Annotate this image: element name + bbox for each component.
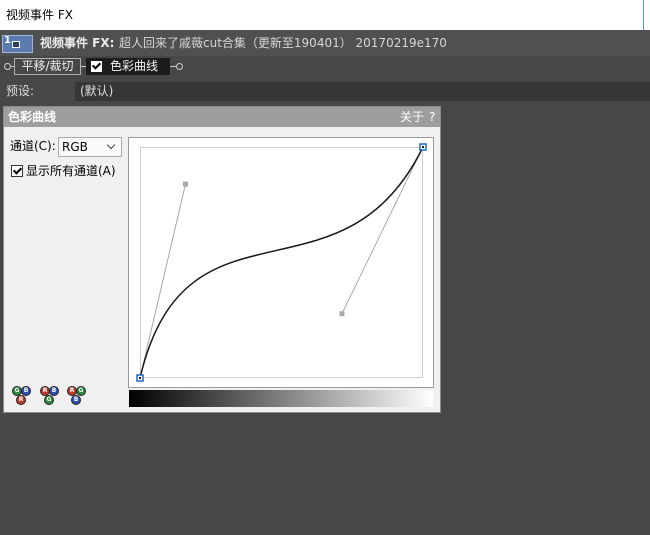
panel-titlebar: 色彩曲线 关于 ? <box>4 107 440 127</box>
event-header: 1 视频事件 FX: 超人回来了戚薇cut合集（更新至190401） 20170… <box>0 30 650 56</box>
plugin-color-curves[interactable]: 色彩曲线 <box>86 58 170 75</box>
track-number: 1 <box>4 35 11 46</box>
channel-swap-rgb-icon[interactable]: R G B <box>67 386 86 405</box>
start-handle[interactable] <box>183 181 189 187</box>
about-link[interactable]: 关于 <box>400 107 424 127</box>
preset-dropdown[interactable]: (默认) <box>75 82 650 101</box>
luminance-gradient-bar <box>129 390 433 407</box>
help-button[interactable]: ? <box>429 107 435 127</box>
window-title: 视频事件 FX <box>6 8 73 22</box>
channel-swap-gbr-icon[interactable]: G B R <box>12 386 31 405</box>
preset-label: 预设: <box>6 84 35 98</box>
curve-start-point-center <box>139 377 141 379</box>
track-badge[interactable]: 1 <box>2 35 33 53</box>
color-curves-panel: 色彩曲线 关于 ? 通道(C): RGB 显示所有通道(A) G B R R B… <box>3 106 441 413</box>
header-label: 视频事件 FX: <box>40 36 115 50</box>
panel-title: 色彩曲线 <box>8 110 57 124</box>
channel-select[interactable]: RGB <box>58 137 122 157</box>
chevron-down-icon <box>106 140 116 150</box>
curve-editor-frame <box>128 137 434 388</box>
chain-end-node-icon[interactable] <box>176 63 183 70</box>
chain-start-node-icon <box>4 63 11 70</box>
channel-dot: R <box>16 395 26 405</box>
window-titlebar: 视频事件 FX <box>0 0 650 30</box>
curve-editor[interactable] <box>128 137 434 388</box>
plugin-color-curves-label: 色彩曲线 <box>110 59 159 73</box>
show-all-channels-checkbox[interactable] <box>11 165 23 177</box>
film-icon <box>12 41 20 48</box>
end-handle[interactable] <box>339 311 345 317</box>
event-name: 超人回来了戚薇cut合集（更新至190401） 20170219e170 <box>119 36 447 50</box>
plugin-pan-crop-label: 平移/裁切 <box>21 59 74 73</box>
channel-dot: B <box>71 395 81 405</box>
channel-swap-rbg-icon[interactable]: R B G <box>40 386 59 405</box>
plugin-pan-crop[interactable]: 平移/裁切 <box>14 58 81 75</box>
window-border <box>643 0 644 30</box>
preset-value: (默认) <box>80 84 114 98</box>
channel-select-value: RGB <box>62 140 88 154</box>
channel-dot: G <box>44 395 54 405</box>
plugin-enable-checkbox[interactable] <box>91 61 102 72</box>
channel-label: 通道(C): <box>10 139 56 153</box>
curve-end-point-center <box>422 146 424 148</box>
show-all-channels-label[interactable]: 显示所有通道(A) <box>26 164 116 178</box>
